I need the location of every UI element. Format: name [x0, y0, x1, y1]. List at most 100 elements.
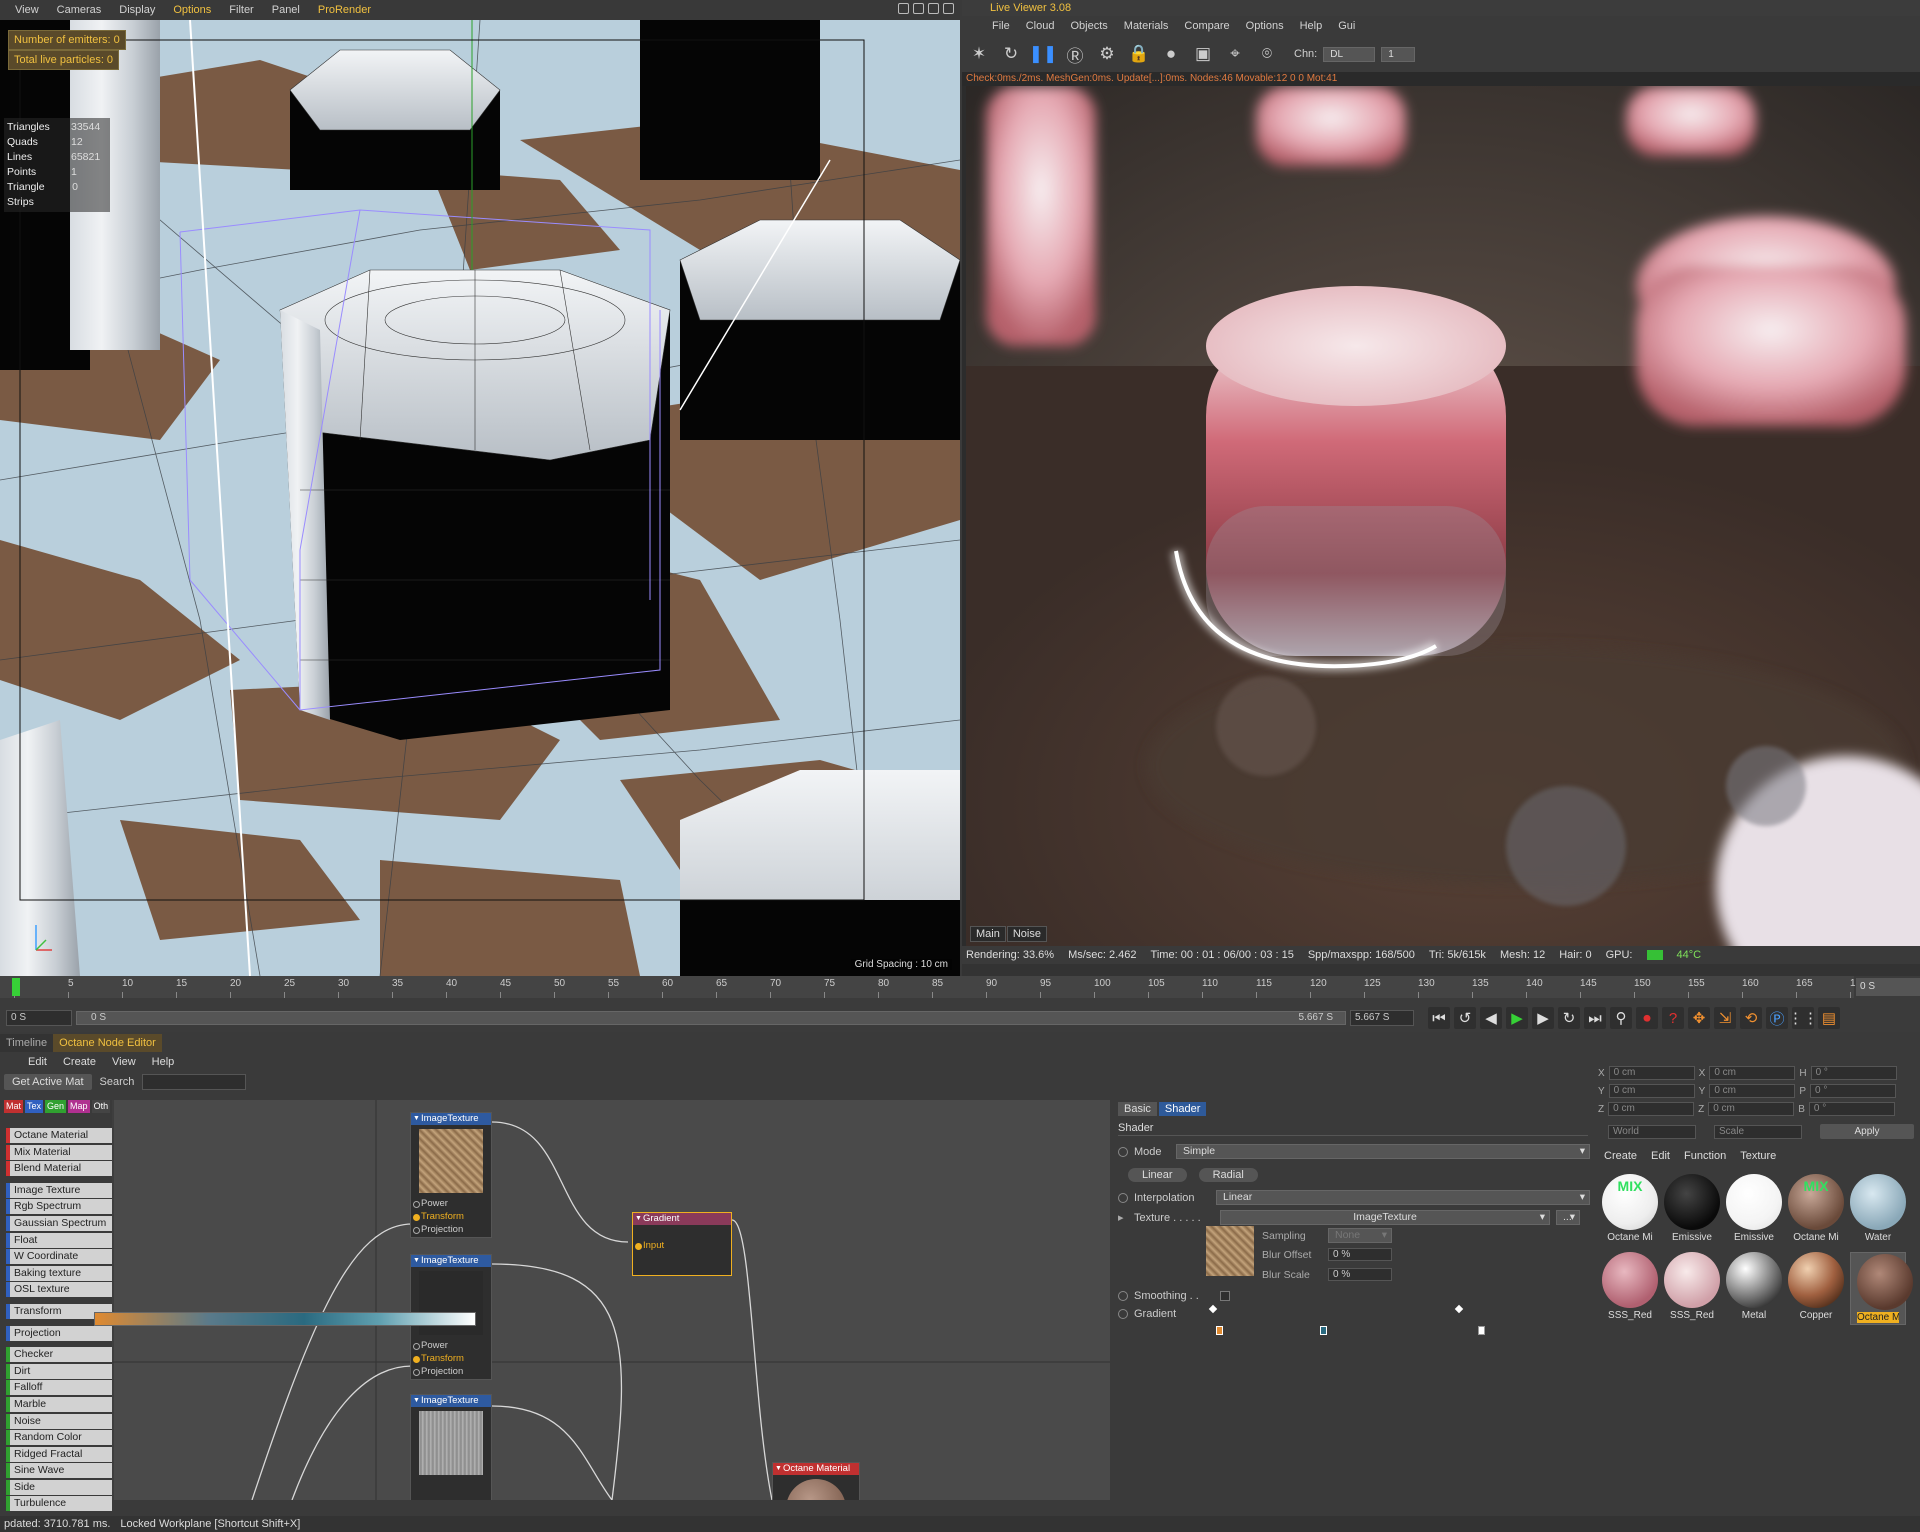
category-tab[interactable]: Mat	[4, 1100, 24, 1113]
loop-icon[interactable]: ↻	[1558, 1007, 1580, 1029]
move-key-icon[interactable]: ✥	[1688, 1007, 1710, 1029]
node-list-item[interactable]: Blend Material	[6, 1161, 112, 1177]
texture-slot[interactable]: ImageTexture	[1220, 1210, 1550, 1225]
render-image[interactable]	[966, 86, 1920, 946]
node-list-item[interactable]: Sine Wave	[6, 1463, 112, 1479]
channel-dropdown[interactable]: DL	[1323, 46, 1376, 62]
prev-frame-icon[interactable]: ◀	[1480, 1007, 1502, 1029]
material-swatch[interactable]: MIX Octane Mi	[1788, 1174, 1844, 1243]
ne-menu-edit[interactable]: Edit	[20, 1056, 55, 1068]
material-swatch[interactable]: Emissive	[1664, 1174, 1720, 1243]
size-y-field[interactable]: 0 cm	[1709, 1084, 1796, 1098]
region-icon[interactable]: ▣	[1190, 41, 1216, 67]
pin-transform[interactable]: Transform	[411, 1210, 491, 1223]
node-list-item[interactable]: Dirt	[6, 1363, 112, 1379]
tab-shader[interactable]: Shader	[1158, 1102, 1207, 1116]
scale-dropdown[interactable]: Scale	[1714, 1124, 1802, 1139]
material-swatch[interactable]: Water	[1850, 1174, 1906, 1243]
node-list-item[interactable]: Gaussian Spectrum	[6, 1215, 112, 1231]
blur-offset-field[interactable]: 0 %	[1328, 1248, 1392, 1261]
node-list-item[interactable]: Baking texture	[6, 1265, 112, 1281]
blur-scale-field[interactable]: 0 %	[1328, 1268, 1392, 1281]
grid-key-icon[interactable]: ⋮⋮	[1788, 1007, 1818, 1029]
expand-icon[interactable]: ▸	[1118, 1211, 1128, 1224]
pick-material-icon[interactable]: ⌾	[1254, 41, 1280, 67]
node-list-item[interactable]: Image Texture	[6, 1182, 112, 1198]
node-list-item[interactable]: W Coordinate	[6, 1249, 112, 1265]
gradient-node[interactable]: Gradient Input	[632, 1212, 732, 1276]
material-swatch[interactable]: Emissive	[1726, 1174, 1782, 1243]
rotate-icon[interactable]	[928, 3, 939, 14]
category-tab[interactable]: Map	[68, 1100, 90, 1113]
node-list-item[interactable]: Float	[6, 1232, 112, 1248]
lv-menu-objects[interactable]: Objects	[1062, 20, 1115, 32]
interpolation-dropdown[interactable]: Linear	[1216, 1190, 1590, 1205]
node-list-item[interactable]: OSL texture	[6, 1282, 112, 1298]
mm-menu-texture[interactable]: Texture	[1740, 1150, 1776, 1162]
texture-more-button[interactable]: ...	[1556, 1210, 1580, 1225]
pos-x-field[interactable]: 0 cm	[1608, 1066, 1695, 1080]
mm-menu-edit[interactable]: Edit	[1651, 1150, 1670, 1162]
mode-radio[interactable]	[1118, 1146, 1128, 1157]
maximize-icon[interactable]	[943, 3, 954, 14]
menu-panel[interactable]: Panel	[263, 4, 309, 16]
node-list-item[interactable]: Ridged Fractal	[6, 1446, 112, 1462]
apply-button[interactable]: Apply	[1820, 1124, 1914, 1139]
menu-display[interactable]: Display	[110, 4, 164, 16]
material-swatch[interactable]: Copper	[1788, 1252, 1844, 1321]
tab-basic[interactable]: Basic	[1118, 1102, 1157, 1116]
node-list-item[interactable]: Turbulence	[6, 1496, 112, 1512]
material-swatch[interactable]: SSS_Red	[1664, 1252, 1720, 1321]
lv-menu-file[interactable]: File	[984, 20, 1018, 32]
category-tab[interactable]: Tex	[25, 1100, 44, 1113]
lv-menu-help[interactable]: Help	[1292, 20, 1331, 32]
pos-z-field[interactable]: 0 cm	[1608, 1102, 1695, 1116]
radial-button[interactable]: Radial	[1198, 1168, 1258, 1182]
pin-input[interactable]: Input	[633, 1239, 731, 1252]
goto-end-icon[interactable]: ⏭	[1584, 1007, 1606, 1029]
timeline-playhead[interactable]	[12, 978, 20, 996]
rot-h-field[interactable]: 0 °	[1810, 1066, 1897, 1080]
mode-dropdown[interactable]: Simple	[1176, 1144, 1590, 1159]
pin-projection[interactable]: Projection	[411, 1223, 491, 1236]
lv-menu-cloud[interactable]: Cloud	[1018, 20, 1063, 32]
end-time-field[interactable]: 5.667 S	[1350, 1010, 1414, 1026]
help-icon[interactable]: ?	[1662, 1007, 1684, 1029]
tab-octane-node-editor[interactable]: Octane Node Editor	[53, 1034, 162, 1052]
ne-menu-help[interactable]: Help	[144, 1056, 183, 1068]
get-active-mat-button[interactable]: Get Active Mat	[4, 1074, 92, 1090]
node-list-item[interactable]: Random Color	[6, 1430, 112, 1446]
rot-b-field[interactable]: 0 °	[1808, 1102, 1895, 1116]
material-swatch[interactable]: MIX Octane Mi	[1602, 1174, 1658, 1243]
pause-icon[interactable]: ❚❚	[1029, 41, 1058, 67]
key-icon[interactable]: ⚲	[1610, 1007, 1632, 1029]
pick-focus-icon[interactable]: ⌖	[1222, 41, 1248, 67]
gradient-radio[interactable]	[1118, 1309, 1128, 1319]
smoothing-radio[interactable]	[1118, 1291, 1128, 1301]
editor-viewport[interactable]: View Cameras Display Options Filter Pane…	[0, 0, 960, 976]
lv-menu-materials[interactable]: Materials	[1116, 20, 1177, 32]
node-list-item[interactable]: Rgb Spectrum	[6, 1199, 112, 1215]
menu-view[interactable]: View	[6, 4, 48, 16]
send-scene-icon[interactable]: ✶	[966, 41, 992, 67]
record-key-icon[interactable]: ↺	[1454, 1007, 1476, 1029]
zoom-icon[interactable]	[913, 3, 924, 14]
region-render-icon[interactable]: Ⓡ	[1062, 41, 1088, 67]
gradient-stop[interactable]	[1478, 1326, 1485, 1335]
settings-gear-icon[interactable]: ⚙	[1094, 41, 1120, 67]
octane-material-node[interactable]: Octane Material	[772, 1462, 860, 1500]
gradient-ramp[interactable]	[94, 1312, 476, 1326]
node-list-item[interactable]: Falloff	[6, 1380, 112, 1396]
lv-menu-gui[interactable]: Gui	[1330, 20, 1363, 32]
linear-button[interactable]: Linear	[1128, 1168, 1187, 1182]
ne-menu-view[interactable]: View	[104, 1056, 144, 1068]
param-key-icon[interactable]: Ⓟ	[1766, 1007, 1788, 1029]
range-slider[interactable]: 0 S 5.667 S	[76, 1011, 1346, 1025]
pin-power[interactable]: Power	[411, 1197, 491, 1210]
menu-filter[interactable]: Filter	[220, 4, 262, 16]
channel-number[interactable]: 1	[1381, 46, 1416, 62]
search-input[interactable]	[142, 1074, 247, 1090]
category-tab[interactable]: Gen	[45, 1100, 67, 1113]
size-x-field[interactable]: 0 cm	[1709, 1066, 1796, 1080]
pos-y-field[interactable]: 0 cm	[1608, 1084, 1695, 1098]
